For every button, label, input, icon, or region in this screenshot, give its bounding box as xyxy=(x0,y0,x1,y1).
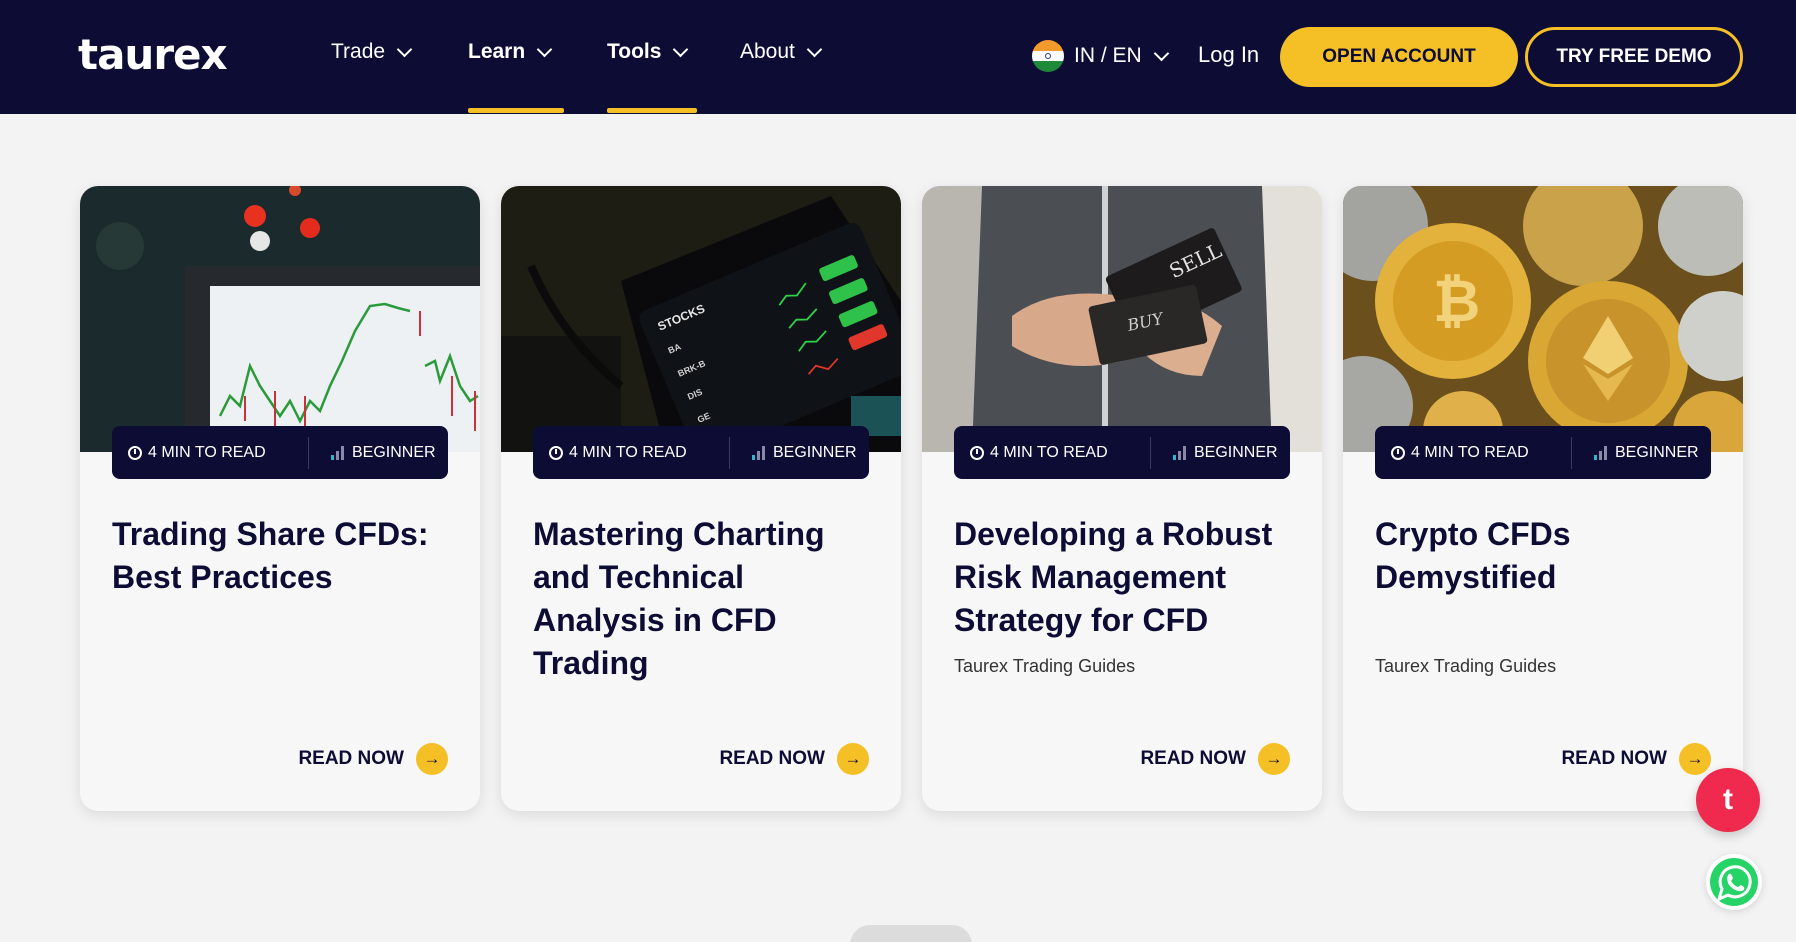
article-card[interactable]: ₿ 4 MIN TO READ BEGINNER Crypto CFDs Dem… xyxy=(1343,186,1743,811)
whatsapp-button[interactable] xyxy=(1706,854,1762,910)
article-title[interactable]: Crypto CFDs Demystified xyxy=(1375,513,1725,599)
nav-tools[interactable]: Tools xyxy=(607,40,689,64)
svg-text:₿: ₿ xyxy=(1433,267,1480,335)
read-time: 4 MIN TO READ xyxy=(569,443,687,461)
difficulty-level: BEGINNER xyxy=(1615,443,1699,461)
article-meta-bar: 4 MIN TO READ BEGINNER xyxy=(1375,426,1711,479)
article-title[interactable]: Trading Share CFDs: Best Practices xyxy=(112,513,462,599)
top-navbar: taurex Trade Learn Tools About IN / EN L… xyxy=(0,0,1796,114)
crypto-coins-image: ₿ xyxy=(1343,186,1743,452)
nav-trade-label: Trade xyxy=(331,40,386,63)
difficulty-level: BEGINNER xyxy=(1194,443,1278,461)
article-meta-bar: 4 MIN TO READ BEGINNER xyxy=(533,426,869,479)
timer-icon xyxy=(549,445,563,460)
nav-learn-label: Learn xyxy=(468,40,526,63)
signal-bars-icon xyxy=(752,445,765,460)
taurex-logo[interactable]: taurex xyxy=(78,30,228,79)
open-account-button[interactable]: OPEN ACCOUNT xyxy=(1280,27,1518,87)
article-title[interactable]: Mastering Charting and Technical Analysi… xyxy=(533,513,883,685)
live-chat-button[interactable]: t xyxy=(1696,768,1760,832)
timer-icon xyxy=(1391,445,1405,460)
arrow-right-icon: → xyxy=(1679,743,1711,775)
signal-bars-icon xyxy=(1594,445,1607,460)
read-now-label: READ NOW xyxy=(1140,748,1246,769)
chevron-down-icon xyxy=(673,41,689,57)
article-subtitle: Taurex Trading Guides xyxy=(954,656,1136,676)
signal-bars-icon xyxy=(331,445,344,460)
chevron-down-icon xyxy=(536,41,553,57)
language-label: IN / EN xyxy=(1074,44,1142,67)
chevron-down-icon xyxy=(396,41,413,57)
difficulty-level: BEGINNER xyxy=(773,443,857,461)
article-meta-bar: 4 MIN TO READ BEGINNER xyxy=(954,426,1290,479)
read-now-label: READ NOW xyxy=(719,748,825,769)
read-now-link[interactable]: READ NOW → xyxy=(298,743,448,775)
india-flag-icon xyxy=(1032,40,1064,72)
stocks-phone-image: STOCKS BA BRK-B DIS GE HD xyxy=(501,186,901,452)
read-now-label: READ NOW xyxy=(1561,748,1667,769)
buy-sell-cards-image: SELL BUY xyxy=(922,186,1322,452)
article-card[interactable]: SELL BUY 4 MIN TO READ BEGINNER Developi… xyxy=(922,186,1322,811)
login-link[interactable]: Log In xyxy=(1198,42,1259,68)
signal-bars-icon xyxy=(1173,445,1186,460)
timer-icon xyxy=(970,445,984,460)
read-now-label: READ NOW xyxy=(298,748,404,769)
timer-icon xyxy=(128,445,142,460)
chevron-down-icon xyxy=(1153,45,1169,61)
read-now-link[interactable]: READ NOW → xyxy=(1561,743,1711,775)
article-subtitle: Taurex Trading Guides xyxy=(1375,656,1557,676)
difficulty-level: BEGINNER xyxy=(352,443,436,461)
read-time: 4 MIN TO READ xyxy=(148,443,266,461)
nav-learn[interactable]: Learn xyxy=(468,40,553,64)
read-time: 4 MIN TO READ xyxy=(990,443,1108,461)
read-now-link[interactable]: READ NOW → xyxy=(719,743,869,775)
article-card[interactable]: STOCKS BA BRK-B DIS GE HD 4 MIN TO READ … xyxy=(501,186,901,811)
nav-tools-active-underline xyxy=(607,108,697,113)
nav-about-label: About xyxy=(740,40,795,63)
taurex-chat-icon: t xyxy=(1723,783,1733,816)
read-time: 4 MIN TO READ xyxy=(1411,443,1529,461)
article-card[interactable]: 4 MIN TO READ BEGINNER Trading Share CFD… xyxy=(80,186,480,811)
try-free-demo-button[interactable]: TRY FREE DEMO xyxy=(1525,27,1743,87)
nav-tools-label: Tools xyxy=(607,40,662,63)
arrow-right-icon: → xyxy=(1258,743,1290,775)
language-selector[interactable]: IN / EN xyxy=(1032,40,1169,72)
carousel-pagination-pill[interactable] xyxy=(850,925,972,942)
nav-trade[interactable]: Trade xyxy=(331,40,413,64)
stock-chart-laptop-image xyxy=(80,186,480,452)
arrow-right-icon: → xyxy=(416,743,448,775)
article-title[interactable]: Developing a Robust Risk Management Stra… xyxy=(954,513,1304,642)
article-meta-bar: 4 MIN TO READ BEGINNER xyxy=(112,426,448,479)
read-now-link[interactable]: READ NOW → xyxy=(1140,743,1290,775)
nav-about[interactable]: About xyxy=(740,40,823,64)
whatsapp-icon xyxy=(1710,858,1758,906)
arrow-right-icon: → xyxy=(837,743,869,775)
chevron-down-icon xyxy=(806,41,823,57)
nav-learn-active-underline xyxy=(468,108,564,113)
